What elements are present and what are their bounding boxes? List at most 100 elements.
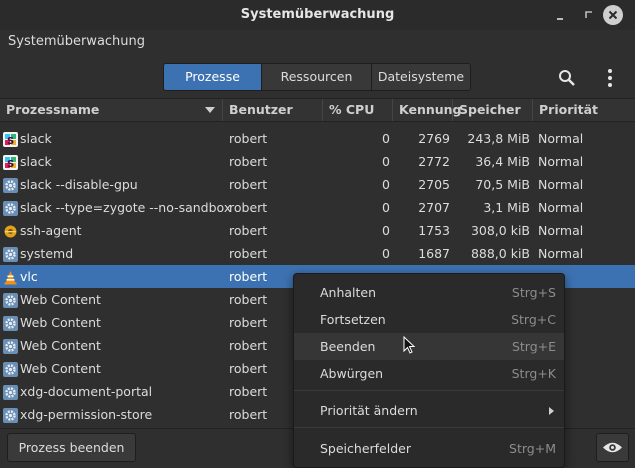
tab-processes[interactable]: Prozesse	[164, 64, 262, 90]
process-name: vlc	[20, 269, 38, 284]
context-menu: Anhalten Strg+S Fortsetzen Strg+C Beende…	[293, 273, 565, 468]
menu-item-kill[interactable]: Abwürgen Strg+K	[294, 360, 564, 387]
process-name: slack	[20, 131, 52, 146]
svg-text:S: S	[7, 159, 14, 170]
slack-icon: S	[3, 131, 18, 147]
process-cpu: 0	[382, 223, 390, 238]
process-pid: 1753	[418, 223, 450, 238]
column-pid[interactable]: Kennung	[393, 99, 462, 121]
end-process-button[interactable]: Prozess beenden	[7, 433, 136, 462]
process-user: robert	[229, 384, 268, 399]
menu-item-change-priority[interactable]: Priorität ändern	[294, 397, 564, 424]
gear-icon	[3, 177, 18, 193]
process-cpu: 0	[382, 154, 390, 169]
gear-icon	[3, 361, 18, 377]
process-name: slack --type=zygote --no-sandbox	[20, 200, 232, 215]
process-user: robert	[229, 177, 268, 192]
process-name: xdg-permission-store	[20, 407, 153, 422]
process-cpu: 0	[382, 200, 390, 215]
window-title: Systemüberwachung	[240, 7, 395, 22]
gear-icon	[3, 292, 18, 308]
menu-item-stop[interactable]: Anhalten Strg+S	[294, 279, 564, 306]
menu-item-end[interactable]: Beenden Strg+E	[294, 333, 564, 360]
menu-item-continue[interactable]: Fortsetzen Strg+C	[294, 306, 564, 333]
tab-filesystems[interactable]: Dateisysteme	[372, 64, 470, 90]
title-bar: Systemüberwachung	[0, 0, 635, 30]
process-user: robert	[229, 292, 268, 307]
key-icon	[3, 223, 18, 238]
maximize-icon[interactable]	[578, 4, 600, 26]
minimize-icon[interactable]	[549, 4, 571, 26]
table-row[interactable]: slack --disable-gpu robert 0 2705 70,5 M…	[0, 173, 635, 196]
menu-item-label: Priorität ändern	[320, 403, 418, 418]
gear-icon	[3, 338, 18, 354]
svg-text:S: S	[7, 136, 14, 147]
process-pid: 2705	[418, 177, 450, 192]
gear-icon	[3, 315, 18, 331]
process-name: Web Content	[20, 361, 101, 376]
process-name: Web Content	[20, 292, 101, 307]
menu-item-shortcut: Strg+E	[511, 339, 556, 354]
table-row[interactable]: ssh-agent robert 0 1753 308,0 kiB Normal	[0, 219, 635, 242]
menu-item-label: Anhalten	[320, 285, 377, 300]
process-memory: 3,1 MiB	[483, 200, 530, 215]
close-icon[interactable]	[603, 5, 623, 25]
more-options-icon[interactable]	[600, 66, 620, 90]
process-user: robert	[229, 315, 268, 330]
column-name[interactable]: Prozessname	[0, 99, 223, 121]
menu-separator	[294, 427, 564, 428]
menu-item-label: Speicherfelder	[320, 441, 411, 456]
process-pid: 2707	[418, 200, 450, 215]
process-pid: 1687	[418, 246, 450, 261]
table-row[interactable]: slack --type=zygote --no-sandbox robert …	[0, 196, 635, 219]
menu-item-label: Abwürgen	[320, 366, 384, 381]
app-menu[interactable]: Systemüberwachung	[8, 34, 145, 49]
process-user: robert	[229, 338, 268, 353]
process-priority: Normal	[538, 223, 584, 238]
menu-item-label: Beenden	[320, 339, 376, 354]
column-memory[interactable]: Speicher	[453, 99, 533, 121]
column-cpu[interactable]: % CPU	[323, 99, 393, 121]
process-name: systemd	[20, 246, 74, 261]
process-user: robert	[229, 407, 268, 422]
menu-item-shortcut: Strg+M	[509, 441, 556, 456]
menu-item-memory-maps[interactable]: Speicherfelder Strg+M	[294, 435, 564, 462]
process-priority: Normal	[538, 246, 584, 261]
process-memory: 36,4 MiB	[475, 154, 530, 169]
eye-icon[interactable]	[596, 433, 629, 462]
process-user: robert	[229, 246, 268, 261]
process-user: robert	[229, 131, 268, 146]
process-cpu: 0	[382, 131, 390, 146]
process-name: xdg-document-portal	[20, 384, 153, 399]
process-pid: 2769	[418, 131, 450, 146]
sort-descending-icon	[205, 107, 215, 113]
gear-icon	[3, 407, 18, 423]
column-user[interactable]: Benutzer	[223, 99, 323, 121]
process-name: Web Content	[20, 338, 101, 353]
submenu-arrow-icon	[549, 407, 554, 415]
process-user: robert	[229, 269, 268, 284]
process-priority: Normal	[538, 154, 584, 169]
process-user: robert	[229, 361, 268, 376]
process-name: slack --disable-gpu	[20, 177, 138, 192]
gear-icon	[3, 384, 18, 400]
process-memory: 243,8 MiB	[467, 131, 530, 146]
process-memory: 70,5 MiB	[475, 177, 530, 192]
process-user: robert	[229, 154, 268, 169]
search-icon[interactable]	[555, 66, 579, 90]
column-priority[interactable]: Priorität	[533, 99, 635, 121]
gear-icon	[3, 246, 18, 262]
column-header: Prozessname Benutzer % CPU Kennung Speic…	[0, 98, 635, 122]
slack-icon: S	[3, 154, 18, 170]
vlc-icon	[3, 269, 18, 285]
process-cpu: 0	[382, 177, 390, 192]
table-row[interactable]: systemd robert 0 1687 888,0 kiB Normal	[0, 242, 635, 265]
menu-item-label: Fortsetzen	[320, 312, 386, 327]
process-priority: Normal	[538, 177, 584, 192]
table-row[interactable]: S slack robert 0 2769 243,8 MiB Normal	[0, 127, 635, 150]
menu-item-shortcut: Strg+K	[511, 366, 556, 381]
process-priority: Normal	[538, 131, 584, 146]
table-row[interactable]: S slack robert 0 2772 36,4 MiB Normal	[0, 150, 635, 173]
menu-item-shortcut: Strg+C	[511, 312, 556, 327]
tab-resources[interactable]: Ressourcen	[262, 64, 372, 90]
